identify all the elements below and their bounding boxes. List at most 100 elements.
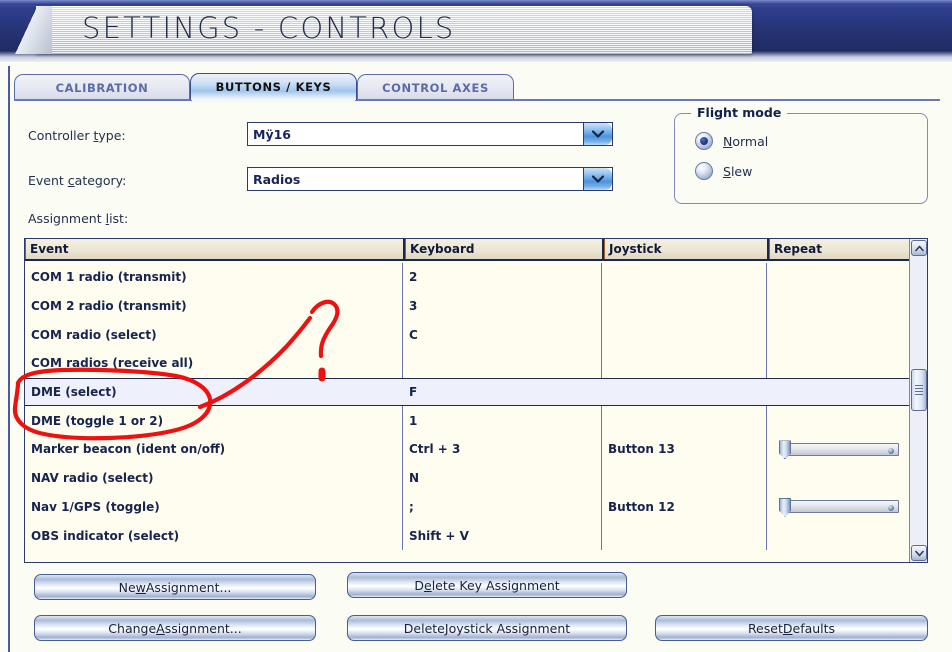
event-category-combo[interactable]: Radios — [247, 167, 613, 191]
cell-event: COM radios (receive all) — [25, 349, 403, 378]
reset-defaults-label-accel: D — [782, 620, 793, 636]
cell-event: DME (toggle 1 or 2) — [25, 406, 403, 436]
new-assignment-button[interactable]: Ne w Assignment... — [34, 574, 316, 600]
cell-keyboard: Shift + V — [403, 521, 602, 550]
controller-type-label: Controller type: — [28, 128, 126, 143]
cell-joystick — [602, 379, 767, 406]
cell-event: OBS indicator (select) — [25, 521, 403, 550]
cell-repeat — [767, 292, 911, 321]
tab-buttons-keys-label: BUTTONS / KEYS — [215, 80, 332, 94]
delete-joystick-assignment-button[interactable]: Delete Joystick Assignment — [347, 615, 627, 641]
cell-joystick: Button 12 — [602, 492, 767, 522]
cell-repeat — [767, 406, 911, 435]
cell-joystick — [602, 263, 767, 292]
cell-event: Marker beacon (ident on/off) — [25, 435, 403, 464]
reset-defaults-button[interactable]: Reset Defaults — [655, 615, 928, 641]
event-category-value: Radios — [253, 171, 301, 187]
tab-calibration[interactable]: CALIBRATION — [14, 74, 190, 100]
flight-mode-title: Flight mode — [691, 105, 788, 120]
tab-control-axes[interactable]: CONTROL AXES — [357, 74, 514, 100]
change-assignment-label-accel: A — [156, 620, 165, 636]
title-banner: SETTINGS - CONTROLS — [0, 0, 952, 62]
controller-type-combo[interactable]: Mÿ16 — [247, 122, 613, 146]
assignment-list[interactable]: Event Keyboard Joystick Repeat COM 1 rad… — [24, 238, 928, 563]
table-row[interactable]: COM radios (receive all) — [25, 349, 911, 378]
radio-slew[interactable]: Slew — [695, 162, 752, 180]
cell-repeat — [767, 493, 911, 522]
table-row[interactable]: DME (toggle 1 or 2) 1 — [25, 406, 911, 436]
controller-type-label-post: ype: — [98, 128, 126, 143]
column-header-repeat[interactable]: Repeat — [769, 239, 911, 261]
cell-joystick — [602, 349, 767, 378]
table-row[interactable]: DME (select) F — [25, 377, 911, 407]
table-row[interactable]: OBS indicator (select) Shift + V — [25, 521, 911, 550]
new-assignment-label-accel: w — [135, 579, 146, 595]
cell-joystick — [602, 320, 767, 350]
repeat-slider-thumb[interactable] — [779, 497, 791, 517]
cell-joystick — [602, 291, 767, 321]
table-row[interactable]: COM 2 radio (transmit) 3 — [25, 291, 911, 321]
table-row[interactable]: COM 1 radio (transmit) 2 — [25, 263, 911, 292]
repeat-slider[interactable] — [779, 497, 899, 517]
flight-mode-group: Flight mode Normal Slew — [674, 105, 928, 204]
chevron-down-icon[interactable] — [583, 123, 612, 145]
table-row[interactable]: NAV radio (select) N — [25, 463, 911, 493]
cell-event: COM radio (select) — [25, 320, 403, 350]
tab-strip: CALIBRATION BUTTONS / KEYS CONTROL AXES — [14, 73, 940, 100]
event-category-label-pre: Event — [28, 173, 68, 188]
cell-keyboard: 2 — [403, 263, 602, 292]
repeat-slider-track — [785, 442, 899, 456]
list-vertical-scrollbar[interactable] — [909, 239, 927, 562]
scroll-up-icon[interactable] — [911, 240, 927, 256]
tab-buttons-keys[interactable]: BUTTONS / KEYS — [190, 73, 357, 100]
table-header-row: Event Keyboard Joystick Repeat — [25, 239, 927, 261]
cell-joystick — [602, 463, 767, 493]
cell-repeat — [767, 379, 911, 406]
cell-repeat — [767, 521, 911, 550]
scroll-thumb[interactable] — [911, 369, 927, 411]
radio-slew-accel: S — [723, 163, 731, 179]
repeat-slider-thumb[interactable] — [779, 440, 791, 460]
column-header-event[interactable]: Event — [25, 239, 405, 261]
reset-defaults-label-pre: Reset — [747, 620, 783, 636]
event-category-label-accel: c — [67, 173, 75, 188]
table-row[interactable]: COM radio (select) C — [25, 320, 911, 350]
repeat-slider-track — [785, 500, 899, 514]
radio-normal[interactable]: Normal — [695, 132, 768, 150]
controller-type-label-pre: Controller — [28, 128, 94, 143]
table-row[interactable]: Marker beacon (ident on/off) Ctrl + 3 Butt… — [25, 435, 911, 464]
delete-key-assignment-button[interactable]: De lete Key Assignment — [347, 572, 627, 598]
radio-normal-accel: N — [723, 133, 733, 149]
table-row[interactable]: Nav 1/GPS (toggle); Button 12 — [25, 492, 911, 522]
tab-active-connector — [192, 99, 355, 102]
cell-keyboard: ; — [403, 492, 602, 522]
table-rows: COM 1 radio (transmit) 2 COM 2 radio (tran… — [25, 263, 911, 562]
radio-slew-label: Slew — [723, 164, 752, 179]
cell-event: COM 2 radio (transmit) — [25, 291, 403, 321]
change-assignment-button[interactable]: Change Assignment... — [34, 615, 316, 641]
assignment-list-label-pre: Assignment — [28, 211, 106, 226]
scroll-down-icon[interactable] — [911, 545, 927, 561]
radio-normal-label: Normal — [723, 134, 768, 149]
cell-joystick: Button 13 — [602, 435, 767, 464]
delete-key-label-accel: e — [423, 577, 432, 593]
delete-joystick-label-post: oystick Assignment — [448, 620, 571, 636]
cell-repeat — [767, 263, 911, 292]
cell-keyboard: Ctrl + 3 — [403, 435, 602, 464]
tab-calibration-label: CALIBRATION — [55, 80, 149, 95]
repeat-slider-end-dot — [888, 505, 894, 512]
page-title: SETTINGS - CONTROLS — [82, 11, 456, 45]
cell-repeat — [767, 464, 911, 493]
cell-repeat — [767, 349, 911, 378]
column-header-keyboard[interactable]: Keyboard — [405, 239, 604, 261]
radio-normal-rest: ormal — [732, 133, 769, 149]
chevron-down-icon[interactable] — [583, 168, 612, 190]
cell-keyboard: N — [403, 463, 602, 493]
delete-key-label-pre: D — [414, 577, 424, 593]
radio-unselected-icon — [695, 162, 713, 180]
repeat-slider[interactable] — [779, 440, 899, 460]
column-header-joystick[interactable]: Joystick — [604, 239, 769, 261]
radio-selected-icon — [695, 132, 713, 150]
cell-joystick — [602, 406, 767, 436]
cell-keyboard — [403, 349, 602, 378]
